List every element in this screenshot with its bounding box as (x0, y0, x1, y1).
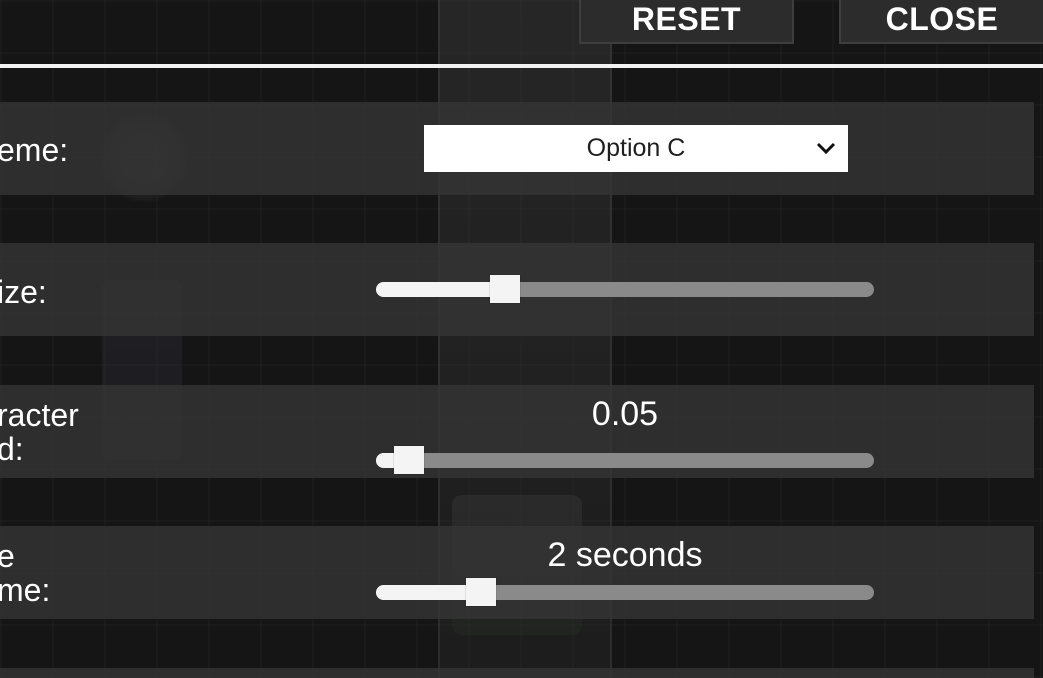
reset-button[interactable]: RESET (579, 0, 794, 44)
slider-fill (376, 282, 505, 297)
time-slider[interactable] (376, 578, 874, 606)
setting-row-time: e me: 2 seconds (0, 526, 1034, 619)
setting-row-theme: eme: Option C (0, 102, 1034, 195)
time-value: 2 seconds (547, 536, 703, 574)
slider-handle[interactable] (490, 275, 520, 303)
slider-handle[interactable] (466, 578, 496, 606)
setting-label-theme: eme: (0, 132, 69, 168)
slider-handle[interactable] (394, 446, 424, 474)
slider-track (376, 453, 874, 468)
setting-label-time: e me: (0, 538, 51, 608)
setting-row-partial (0, 668, 1034, 678)
setting-label-character-speed: racter d: (0, 397, 79, 467)
setting-label-size: ize: (0, 274, 47, 310)
character-speed-slider[interactable] (376, 446, 874, 474)
close-button[interactable]: CLOSE (839, 0, 1043, 44)
character-speed-value: 0.05 (591, 395, 659, 433)
chevron-down-icon (816, 142, 836, 155)
setting-row-character-speed: racter d: 0.05 (0, 385, 1034, 478)
setting-row-size: ize: (0, 243, 1034, 336)
header-divider (0, 64, 1043, 68)
theme-dropdown-value: Option C (586, 134, 686, 162)
theme-dropdown[interactable]: Option C (424, 125, 848, 172)
size-slider[interactable] (376, 275, 874, 303)
settings-screen: RESET CLOSE eme: Option C ize: racter d:… (0, 0, 1043, 678)
